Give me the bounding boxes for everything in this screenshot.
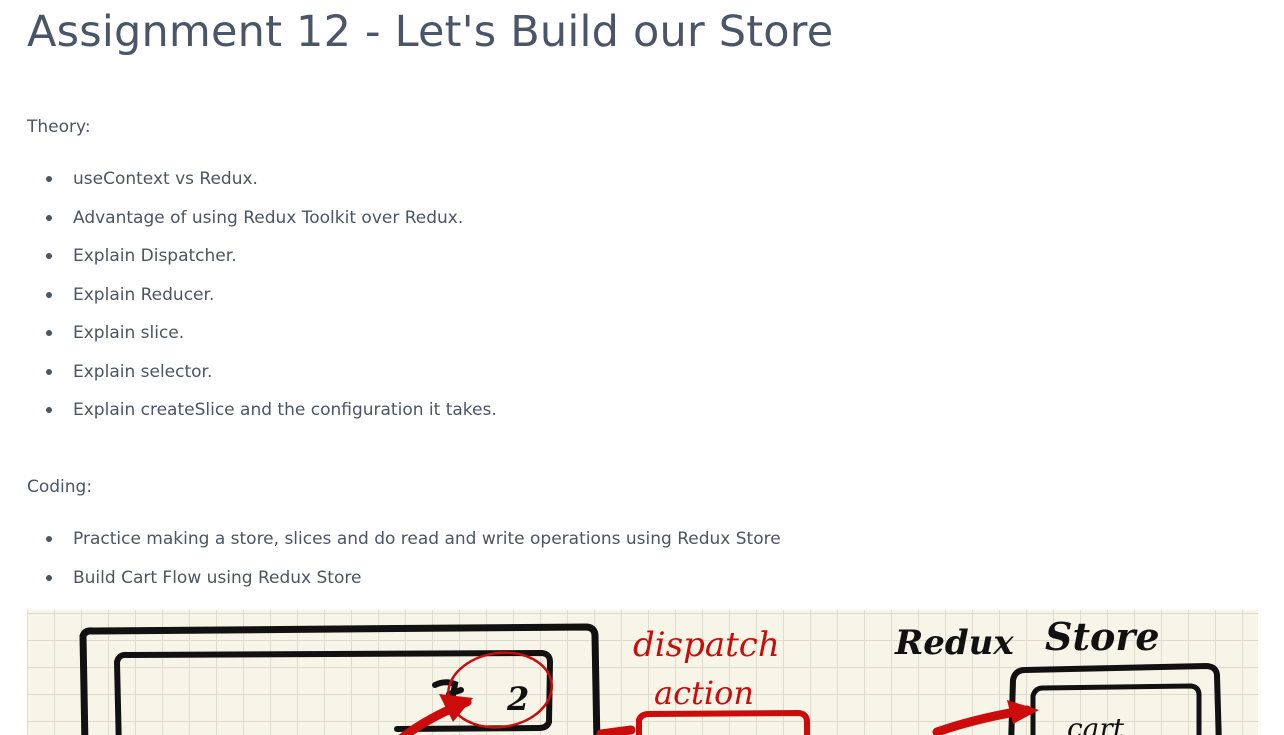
list-item: Explain selector. — [27, 360, 497, 399]
theory-list: useContext vs Redux. Advantage of using … — [27, 167, 497, 437]
list-item: Explain slice. — [27, 321, 497, 360]
list-item: Practice making a store, slices and do r… — [27, 527, 781, 566]
list-item-text: Explain selector. — [73, 361, 213, 382]
list-item: Explain Reducer. — [27, 283, 497, 322]
list-item: useContext vs Redux. — [27, 167, 497, 206]
bullet-icon — [46, 574, 52, 581]
list-item-text: Explain Dispatcher. — [73, 246, 237, 266]
list-item: Advantage of using Redux Toolkit over Re… — [27, 206, 497, 245]
page-title: Assignment 12 - Let's Build our Store — [27, 7, 834, 57]
cart-count-label: 2 — [506, 680, 529, 718]
list-item: Explain Dispatcher. — [27, 244, 497, 283]
diagram-sketch: 2 dispatch action Redux Store cart — [79, 614, 1222, 735]
bullet-icon — [46, 536, 52, 542]
action-label: action — [654, 674, 754, 712]
bullet-icon — [46, 368, 52, 375]
redux-label: Redux — [894, 623, 1014, 663]
app-header-bar — [114, 650, 553, 735]
store-label: Store — [1045, 614, 1160, 659]
red-arrow-action — [596, 725, 636, 735]
dispatch-label: dispatch — [633, 625, 780, 665]
bullet-icon — [46, 253, 52, 259]
bullet-icon — [46, 407, 52, 413]
theory-label: Theory: — [27, 117, 91, 137]
list-item-text: Practice making a store, slices and do r… — [73, 529, 781, 549]
coding-list: Practice making a store, slices and do r… — [27, 527, 781, 604]
bullet-icon — [46, 214, 52, 221]
list-item-text: Explain Reducer. — [73, 284, 215, 305]
bullet-icon — [46, 176, 52, 182]
list-item-text: useContext vs Redux. — [73, 169, 258, 189]
list-item: Build Cart Flow using Redux Store — [27, 566, 781, 605]
list-item-text: Explain slice. — [73, 323, 185, 343]
bullet-icon — [46, 330, 52, 336]
list-item-text: Build Cart Flow using Redux Store — [73, 567, 362, 588]
bullet-icon — [46, 291, 52, 298]
list-item-text: Explain createSlice and the configuratio… — [73, 400, 497, 420]
list-item: Explain createSlice and the configuratio… — [27, 398, 497, 437]
cart-label: cart — [1067, 712, 1125, 735]
coding-label: Coding: — [27, 477, 93, 497]
list-item-text: Advantage of using Redux Toolkit over Re… — [73, 207, 464, 228]
action-box — [636, 710, 810, 735]
redux-store-diagram: 2 dispatch action Redux Store cart — [27, 610, 1258, 735]
